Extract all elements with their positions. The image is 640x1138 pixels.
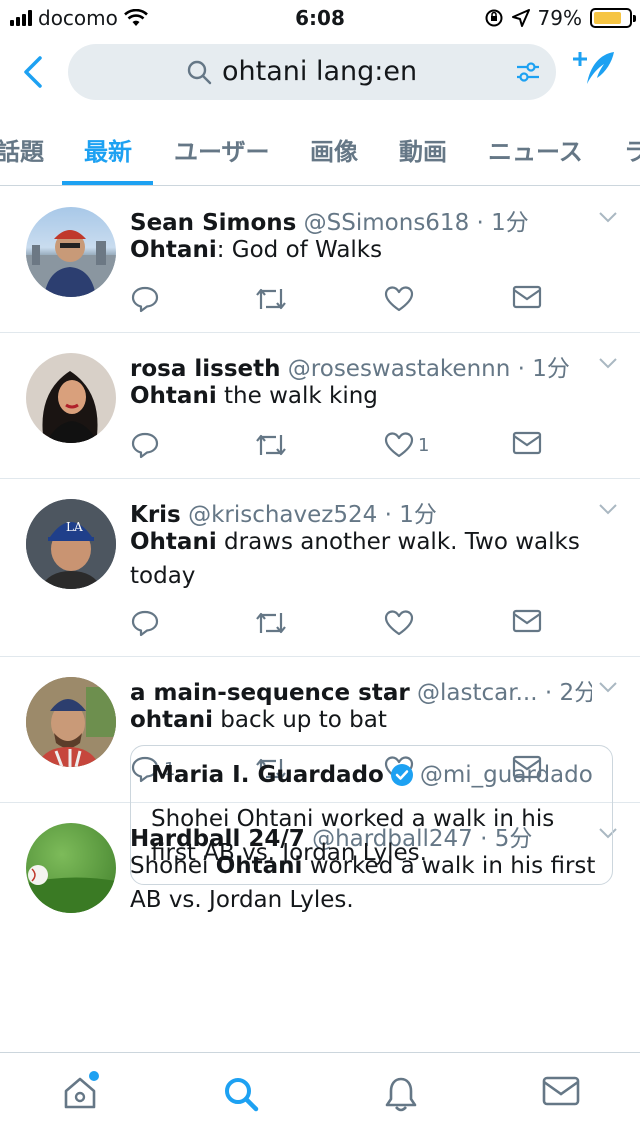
avatar[interactable] <box>26 677 116 767</box>
retweet-icon <box>256 288 286 310</box>
status-icons: 79% <box>484 6 636 30</box>
avatar[interactable] <box>26 207 116 297</box>
search-tab-icon[interactable] <box>222 1075 260 1113</box>
tweet-text: Ohtani: God of Walks <box>130 237 383 263</box>
tab-users[interactable]: ユーザー <box>174 132 270 167</box>
quoted-tweet-text: Shohei Ohtani worked a walk in his first… <box>151 806 555 866</box>
mail-icon <box>512 431 542 455</box>
search-header: ohtani lang:en <box>0 36 640 108</box>
tweet[interactable]: LA Kris @krischavez524 · 1分 Ohtani draws… <box>0 479 640 657</box>
orientation-lock-icon <box>485 9 503 27</box>
like-count: 1 <box>418 434 430 456</box>
avatar[interactable] <box>26 353 116 443</box>
like-button[interactable]: 1 <box>384 431 429 459</box>
bottom-navigation <box>0 1052 640 1138</box>
reply-icon <box>131 610 159 637</box>
notifications-icon[interactable] <box>383 1075 419 1113</box>
tab-images[interactable]: 画像 <box>310 132 358 167</box>
reply-icon <box>131 432 159 459</box>
search-tabs: 話題 最新 ユーザー 画像 動画 ニュース ラ <box>0 118 640 186</box>
back-chevron-icon[interactable] <box>18 52 48 92</box>
retweet-icon <box>256 434 286 456</box>
tweet-text: ohtani back up to bat <box>130 707 387 733</box>
verified-badge-icon <box>390 764 413 786</box>
dm-button[interactable] <box>512 285 542 309</box>
reply-button[interactable] <box>130 285 164 313</box>
retweet-button[interactable] <box>254 285 288 313</box>
quoted-handle: @mi_guardado <box>419 762 593 788</box>
chevron-down-icon[interactable] <box>598 503 618 515</box>
tweet-header: rosa lisseth @roseswastakennn · 1分 <box>130 349 592 383</box>
tab-videos[interactable]: 動画 <box>399 132 447 167</box>
like-button[interactable] <box>384 285 418 313</box>
heart-icon <box>384 432 414 458</box>
quoted-tweet-header: Maria I. Guardado @mi_guardado <box>151 762 593 788</box>
quoted-author-name: Maria I. Guardado <box>151 762 384 788</box>
tweet[interactable]: Sean Simons @SSimons618 · 1分 Ohtani: God… <box>0 187 640 333</box>
location-icon <box>511 9 530 27</box>
retweet-icon <box>256 612 286 634</box>
reply-icon <box>131 286 159 313</box>
svg-text:LA: LA <box>66 520 83 534</box>
tweet-text: Ohtani draws another walk. Two walks tod… <box>130 529 580 589</box>
compose-tweet-icon[interactable] <box>570 48 618 92</box>
tab-news[interactable]: ニュース <box>488 132 583 167</box>
search-input[interactable]: ohtani lang:en <box>68 44 556 100</box>
tweet-header: a main-sequence star @lastcar... · 2分 <box>130 673 592 707</box>
new-content-dot <box>89 1071 99 1081</box>
dm-button[interactable] <box>512 431 542 455</box>
filter-icon[interactable] <box>514 58 542 86</box>
dm-button[interactable] <box>512 609 542 633</box>
status-bar: docomo 6:08 79% <box>0 0 640 36</box>
tweet-text: Ohtani the walk king <box>130 383 378 409</box>
tab-top[interactable]: 話題 <box>0 132 44 167</box>
heart-icon <box>384 286 414 312</box>
search-query: ohtani lang:en <box>222 56 418 87</box>
tweet-header: Sean Simons @SSimons618 · 1分 <box>130 203 592 237</box>
chevron-down-icon[interactable] <box>598 211 618 223</box>
avatar[interactable] <box>26 823 116 913</box>
mail-icon <box>512 609 542 633</box>
quoted-tweet[interactable]: Maria I. Guardado @mi_guardado Shohei Oh… <box>130 745 613 885</box>
reply-button[interactable] <box>130 431 164 459</box>
avatar[interactable]: LA <box>26 499 116 589</box>
chevron-down-icon[interactable] <box>598 357 618 369</box>
retweet-button[interactable] <box>254 609 288 637</box>
tweet[interactable]: rosa lisseth @roseswastakennn · 1分 Ohtan… <box>0 333 640 479</box>
battery-percent: 79% <box>537 6 582 30</box>
messages-icon[interactable] <box>542 1075 580 1107</box>
tab-more[interactable]: ラ <box>624 132 640 167</box>
reply-button[interactable] <box>130 609 164 637</box>
heart-icon <box>384 610 414 636</box>
search-icon <box>187 60 212 85</box>
tweet-actions: 1 <box>130 431 550 461</box>
battery-icon <box>590 8 636 28</box>
chevron-down-icon[interactable] <box>598 681 618 693</box>
retweet-button[interactable] <box>254 431 288 459</box>
tweet-actions <box>130 609 550 639</box>
tweet-header: Kris @krischavez524 · 1分 <box>130 495 592 529</box>
tab-latest[interactable]: 最新 <box>84 132 132 167</box>
mail-icon <box>512 285 542 309</box>
tweet-actions <box>130 285 550 315</box>
like-button[interactable] <box>384 609 418 637</box>
active-tab-indicator <box>62 181 153 185</box>
